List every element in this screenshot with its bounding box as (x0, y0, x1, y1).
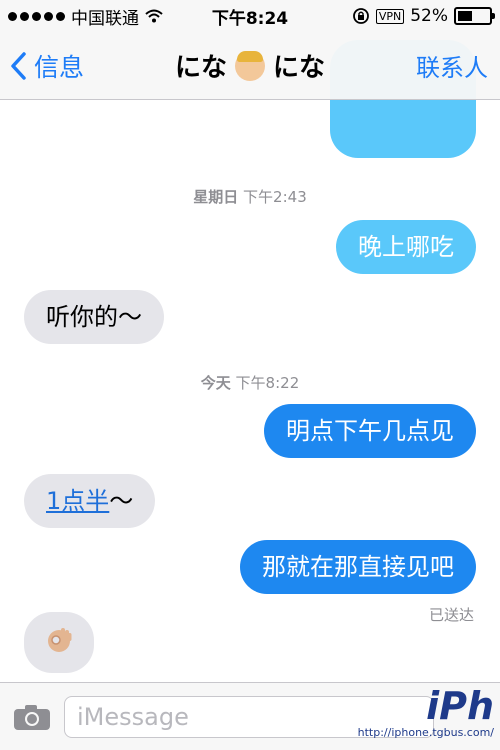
chevron-left-icon (11, 51, 26, 80)
message-bubble-incoming[interactable]: 听你的～ (24, 290, 164, 344)
battery-fill (458, 11, 472, 21)
watermark-url: http://iphone.tgbus.com/ (357, 726, 494, 739)
message-text: ～ (109, 487, 134, 515)
timestamp-day: 今天 (200, 374, 231, 392)
vpn-badge: VPN (375, 8, 405, 24)
message-bubble-outgoing[interactable]: 那就在那直接见吧 (240, 540, 476, 594)
timestamp: 星期日 下午2:43 (0, 186, 500, 207)
signal-strength-icon (8, 11, 65, 21)
status-bar: 中国联通 下午8:24 VPN 52% (0, 0, 500, 32)
message-bubble-outgoing[interactable]: 晚上哪吃 (336, 220, 476, 274)
message-bubble-outgoing[interactable]: 明点下午几点见 (264, 404, 476, 458)
timestamp-time: 下午2:43 (243, 188, 307, 206)
battery-icon (454, 7, 495, 25)
delivered-status: 已送达 (428, 606, 474, 624)
title-left-text: にな (174, 53, 227, 83)
carrier-name: 中国联通 (71, 8, 139, 29)
navigation-bar: 信息 にな にな 联系人 (0, 32, 500, 100)
message-thread[interactable]: 星期日 下午2:43 晚上哪吃 听你的～ 今天 下午8:22 明点下午几点见 1… (0, 0, 500, 682)
back-button[interactable]: 信息 (10, 48, 84, 84)
wifi-icon (145, 9, 163, 23)
contacts-button[interactable]: 联系人 (416, 48, 488, 83)
back-label: 信息 (34, 52, 85, 82)
title-right-text: にな (273, 53, 326, 83)
watermark-logo: iPh (426, 684, 494, 728)
timestamp: 今天 下午8:22 (0, 372, 500, 393)
watermark: iPh http://iphone.tgbus.com/ (358, 686, 494, 739)
ok-hand-emoji-icon (48, 628, 72, 652)
timestamp-day: 星期日 (193, 188, 239, 206)
message-time-link[interactable]: 1点半 (46, 487, 109, 515)
message-bubble-incoming-emoji[interactable] (24, 612, 94, 673)
message-bubble-incoming[interactable]: 1点半～ (24, 474, 156, 528)
camera-icon[interactable] (12, 702, 52, 732)
battery-percent: 52% (410, 6, 448, 26)
timestamp-time: 下午8:22 (235, 374, 300, 392)
rotation-lock-icon (352, 8, 369, 24)
princess-emoji-icon (235, 50, 265, 81)
